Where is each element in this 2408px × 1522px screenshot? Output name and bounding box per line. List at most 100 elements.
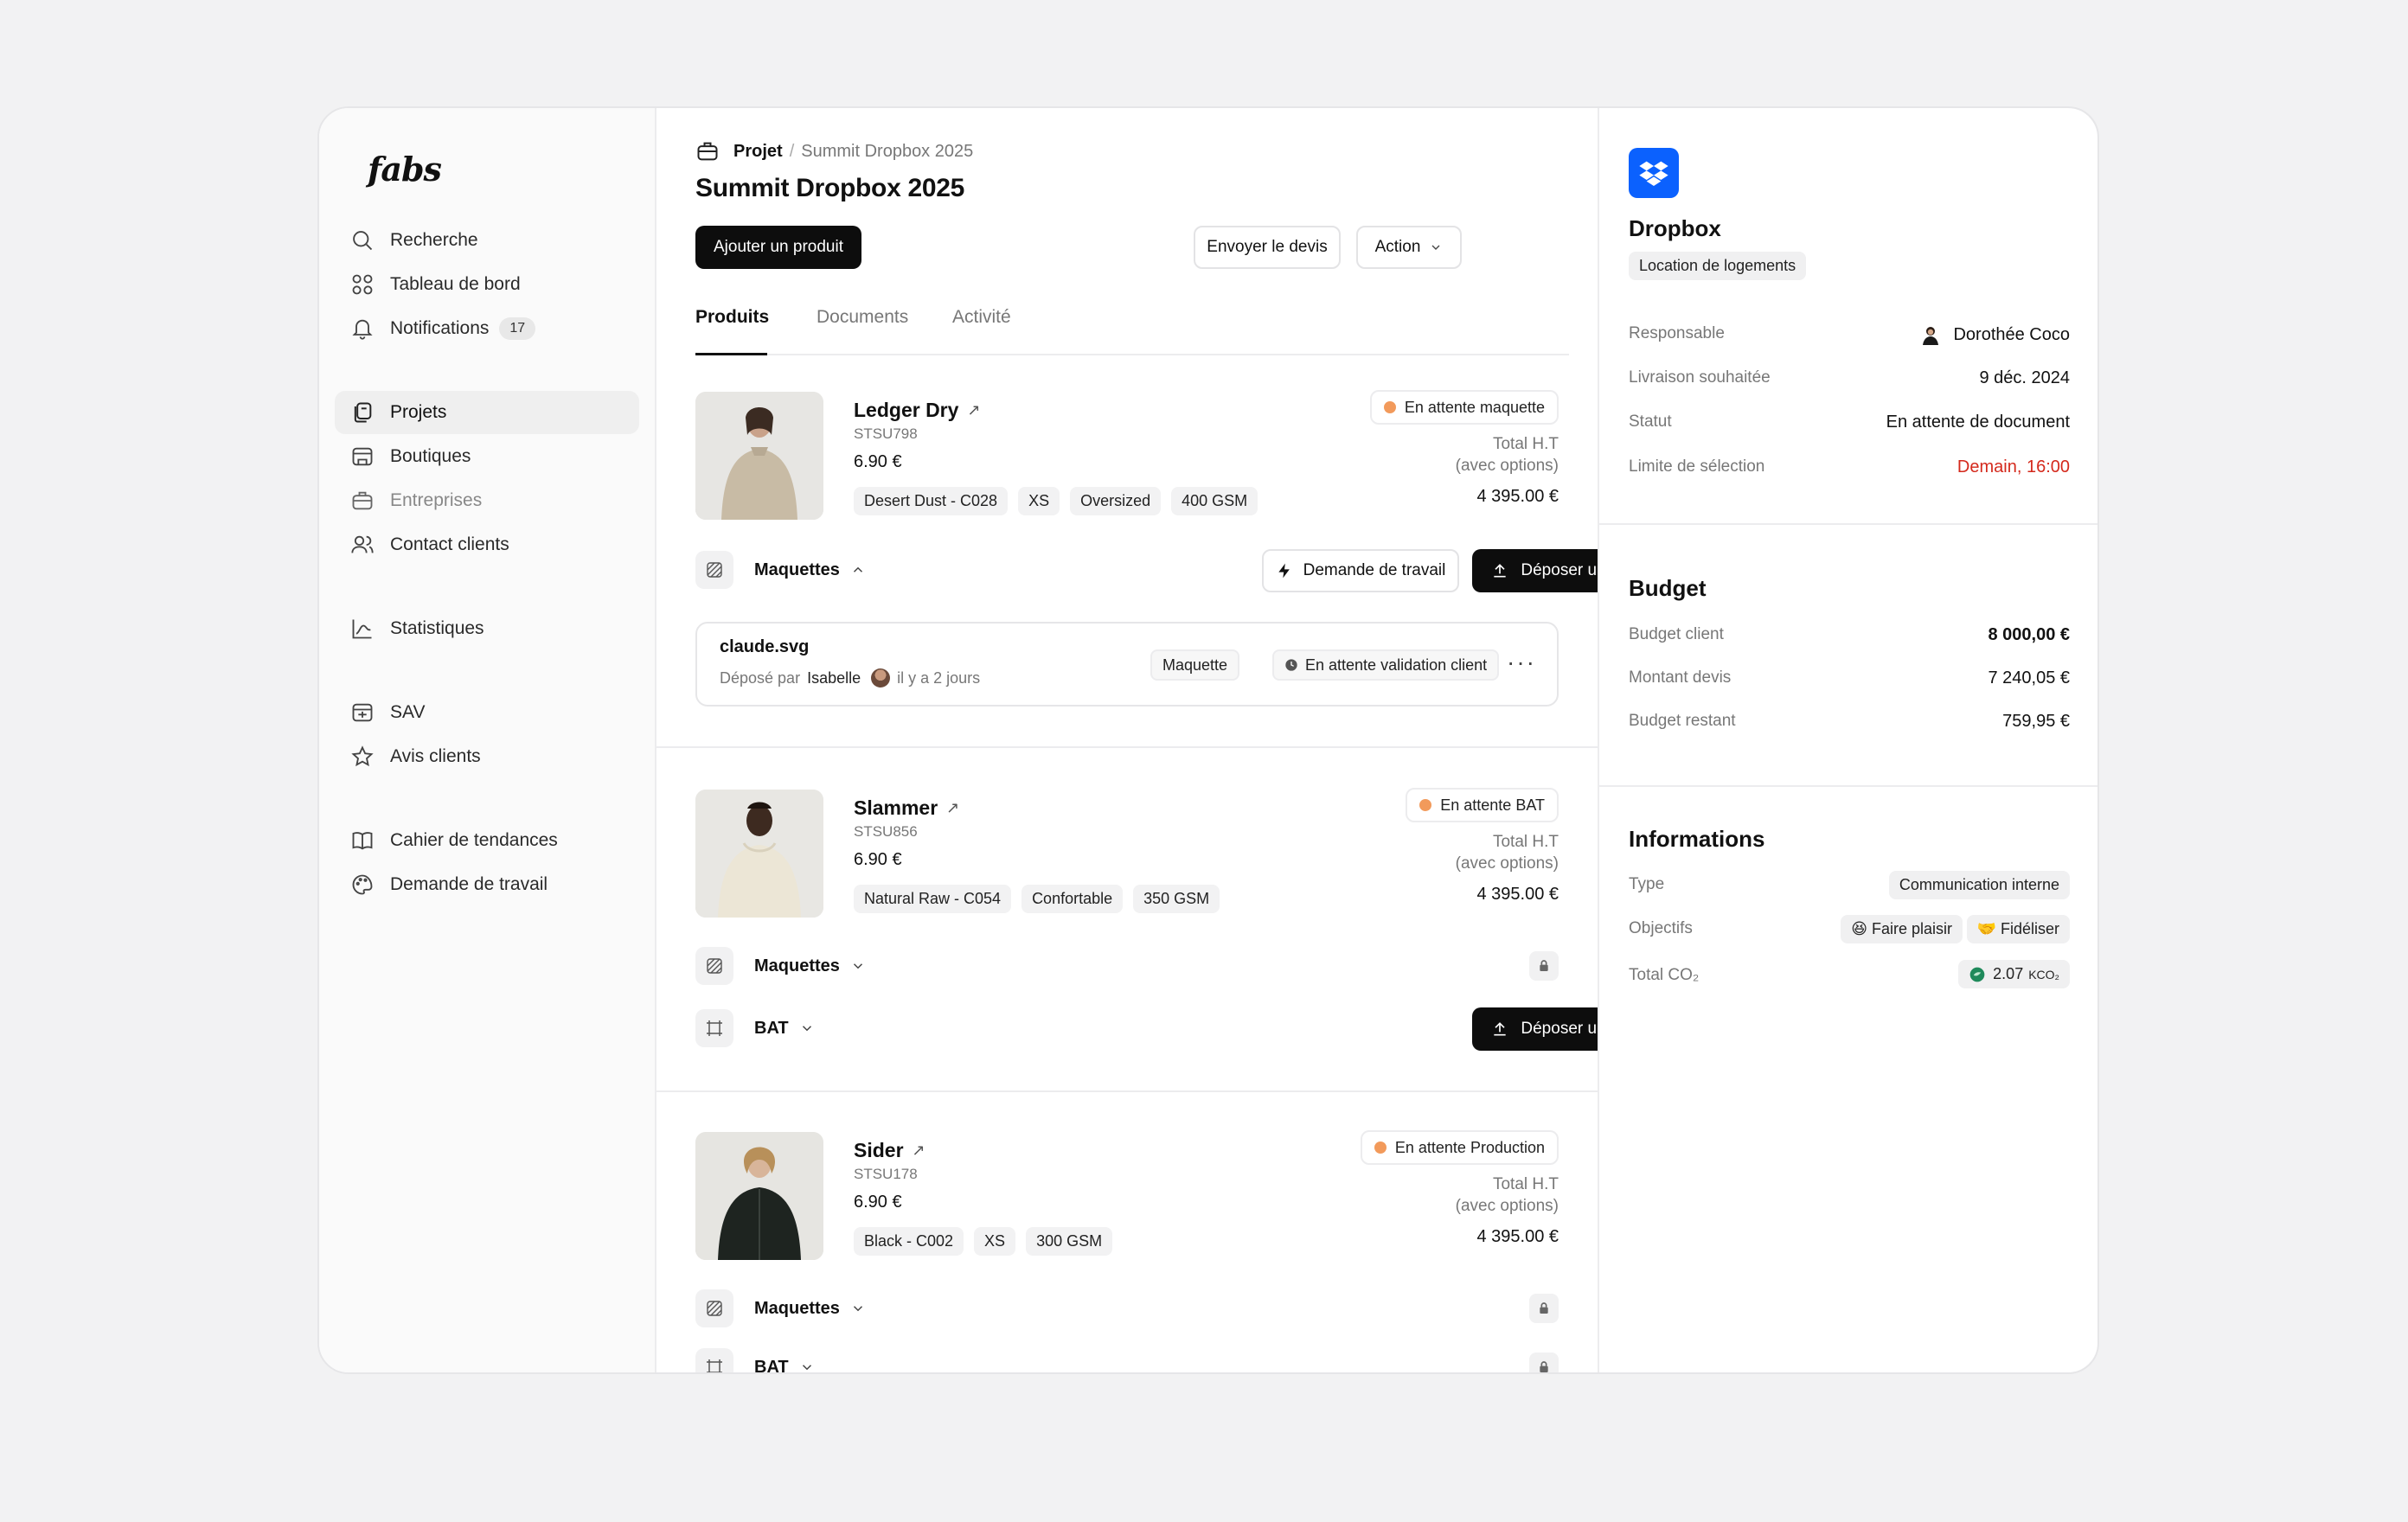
crop-frame-icon (695, 1348, 733, 1372)
breadcrumb-separator: / (789, 141, 795, 161)
total-label: Total H.T (avec options) (1456, 1173, 1559, 1217)
search-icon (353, 231, 373, 251)
total-amount: 4 395.00 € (1476, 885, 1559, 904)
status-text: En attente Production (1394, 1138, 1545, 1156)
maquettes-toggle[interactable]: Maquettes (695, 947, 866, 985)
product-image[interactable] (695, 1132, 823, 1260)
divider (656, 746, 1598, 748)
add-product-button[interactable]: Ajouter un produit (695, 226, 861, 269)
handshake-icon: 🤝 (1976, 920, 1996, 937)
upload-file-button[interactable]: Déposer un fichier (1472, 1007, 1598, 1051)
file-status-badge: En attente validation client (1272, 649, 1500, 681)
detail-label: Responsable (1629, 324, 1725, 342)
product-image[interactable] (695, 790, 823, 918)
divider (1599, 523, 2097, 525)
fabs-logo[interactable]: fabs (368, 150, 442, 189)
model-sweatshirt-illustration (695, 392, 823, 520)
hatch-icon (695, 947, 733, 985)
sidebar-item-notifications[interactable]: Notifications 17 (335, 307, 639, 350)
external-link-icon[interactable]: ↗ (913, 1142, 925, 1160)
chevron-down-icon (802, 1365, 811, 1371)
sidebar-item-contact-clients[interactable]: Contact clients (335, 523, 639, 566)
tab-activite[interactable]: Activité (952, 307, 1011, 355)
file-status-text: En attente validation client (1305, 655, 1488, 674)
sidebar-item-sav[interactable]: SAV (335, 691, 639, 734)
product-image[interactable] (695, 392, 823, 520)
sidebar-item-entreprises[interactable]: Entreprises (335, 479, 639, 522)
tab-produits[interactable]: Produits (695, 307, 769, 355)
upload-label: Déposer un fichier (1521, 561, 1598, 579)
external-link-icon[interactable]: ↗ (946, 799, 959, 817)
company-name: Dropbox (1629, 215, 1721, 241)
sidebar-item-boutiques[interactable]: Boutiques (335, 435, 639, 478)
projects-icon (354, 402, 372, 423)
breadcrumb-current: Summit Dropbox 2025 (801, 141, 974, 161)
info-label: Type (1629, 875, 1665, 893)
maquettes-toggle[interactable]: Maquettes (695, 1289, 866, 1327)
maquettes-toggle[interactable]: Maquettes (695, 551, 866, 589)
option-chip: Confortable (1021, 885, 1124, 913)
breadcrumb-root[interactable]: Projet (733, 142, 783, 162)
company-icon (352, 491, 373, 510)
co2-badge: 2.07 KCO₂ (1958, 960, 2070, 988)
action-dropdown[interactable]: Action (1356, 226, 1462, 269)
bat-toggle[interactable]: BAT (695, 1009, 815, 1047)
sidebar-item-recherche[interactable]: Recherche (335, 219, 639, 262)
tab-documents[interactable]: Documents (817, 307, 908, 355)
sidebar-item-label: Avis clients (390, 746, 481, 766)
budget-label: Montant devis (1629, 668, 1732, 687)
send-quote-button[interactable]: Envoyer le devis (1194, 226, 1341, 269)
external-link-icon[interactable]: ↗ (967, 401, 980, 419)
work-request-button[interactable]: Demande de travail (1262, 549, 1459, 592)
sidebar-item-statistiques[interactable]: Statistiques (335, 607, 639, 650)
product-options: Natural Raw - C054 Confortable 350 GSM (854, 885, 1220, 913)
product-options: Black - C002 XS 300 GSM (854, 1227, 1113, 1256)
upload-file-button[interactable]: Déposer un fichier (1472, 549, 1598, 592)
chevron-down-icon (1431, 245, 1440, 250)
budget-label: Budget restant (1629, 712, 1736, 730)
sidebar-item-label: SAV (390, 702, 426, 722)
total-label: Total H.T (avec options) (1456, 831, 1559, 874)
bell-icon (352, 319, 373, 340)
main-content: Projet / Summit Dropbox 2025 Summit Drop… (656, 108, 1598, 1372)
detail-label: Statut (1629, 412, 1672, 431)
product-name[interactable]: Sider ↗ (854, 1139, 925, 1162)
total-label-line2: (avec options) (1455, 1197, 1559, 1215)
product-ref: STSU798 (854, 425, 918, 442)
sidebar-item-avis-clients[interactable]: Avis clients (335, 735, 639, 778)
status-dot-icon (1383, 401, 1396, 413)
crop-frame-icon (695, 1009, 733, 1047)
action-dropdown-label: Action (1374, 238, 1421, 256)
objective-tag: 😆 Faire plaisir (1841, 915, 1963, 943)
more-options-icon[interactable]: ··· (1507, 649, 1536, 675)
file-name[interactable]: claude.svg (720, 637, 809, 657)
co2-value: 2.07 (1993, 965, 2024, 982)
option-chip: Desert Dust - C028 (854, 487, 1009, 515)
sidebar-item-dashboard[interactable]: Tableau de bord (335, 263, 639, 306)
lightning-icon (1278, 563, 1290, 579)
type-tag: Communication interne (1888, 871, 2070, 899)
avatar (871, 668, 891, 687)
bat-toggle[interactable]: BAT (695, 1348, 815, 1372)
responsible-value[interactable]: Dorothée Coco (1920, 324, 2070, 345)
total-label-line1: Total H.T (1492, 435, 1559, 453)
sidebar-item-label: Statistiques (390, 618, 484, 638)
total-label-line2: (avec options) (1455, 854, 1559, 873)
sidebar-item-cahier-de-tendances[interactable]: Cahier de tendances (335, 819, 639, 862)
product-name-text: Sider (854, 1139, 904, 1161)
upload-icon (1494, 564, 1507, 578)
total-amount: 4 395.00 € (1476, 1227, 1559, 1246)
product-name[interactable]: Ledger Dry ↗ (854, 399, 981, 422)
status-badge: En attente maquette (1369, 390, 1559, 425)
product-name[interactable]: Slammer ↗ (854, 796, 959, 820)
clock-icon (1285, 659, 1297, 671)
chevron-down-icon (853, 963, 862, 969)
sidebar-item-label: Contact clients (390, 534, 509, 554)
file-meta: Déposé par Isabelle il y a 2 jours (720, 668, 980, 687)
product-options: Desert Dust - C028 XS Oversized 400 GSM (854, 487, 1258, 515)
file-card[interactable]: claude.svg Déposé par Isabelle il y a 2 … (695, 622, 1559, 707)
sidebar-item-projets[interactable]: Projets (335, 391, 639, 434)
product-ref: STSU178 (854, 1166, 918, 1182)
sidebar-item-demande-de-travail[interactable]: Demande de travail (335, 863, 639, 906)
product-ref: STSU856 (854, 823, 918, 840)
